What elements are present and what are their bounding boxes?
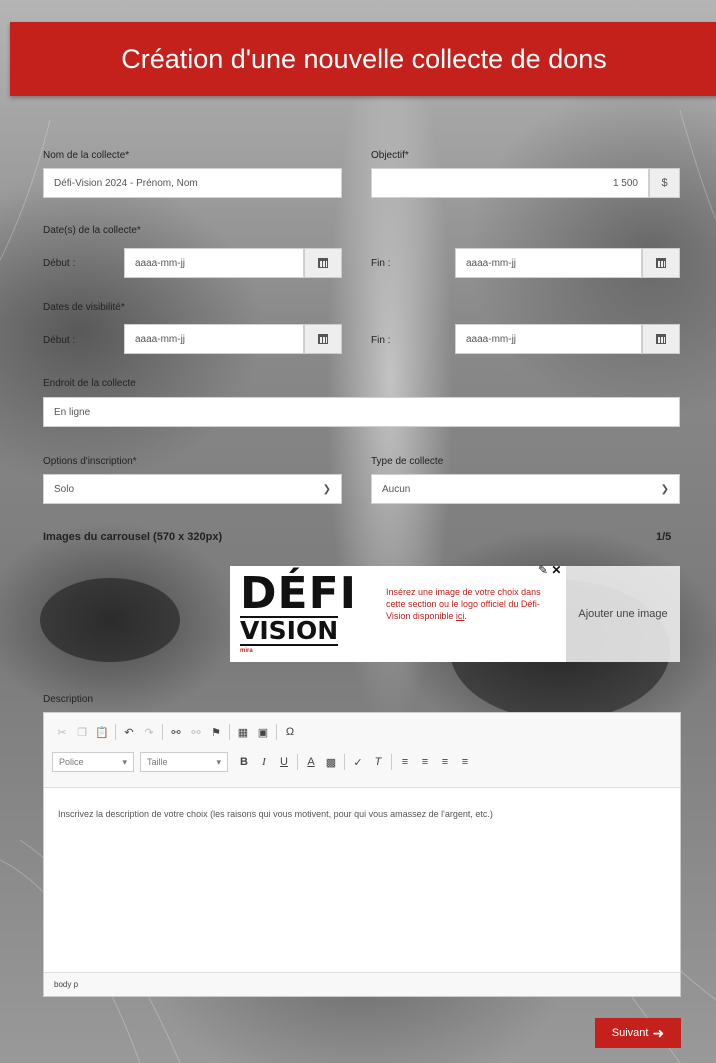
collection-end-calendar-button[interactable] (642, 248, 680, 278)
next-button-label: Suivant (611, 1027, 649, 1039)
visibility-end-label: Fin : (371, 335, 391, 346)
table-icon[interactable]: ▦ (233, 722, 253, 742)
anchor-flag-icon[interactable]: ⚑ (206, 722, 226, 742)
calendar-icon (656, 258, 666, 268)
card-tools: ✎ ✕ (538, 563, 561, 577)
collection-type-select[interactable]: Aucun ❯ (371, 474, 680, 504)
editor-element-path: body p (44, 972, 680, 996)
calendar-icon (318, 258, 328, 268)
bg-color-icon[interactable]: ▩ (321, 752, 341, 772)
close-icon[interactable]: ✕ (551, 563, 561, 577)
collection-end-input[interactable]: aaaa-mm-jj (455, 248, 642, 278)
collection-type-value: Aucun (382, 483, 411, 495)
visibility-start-label: Début : (43, 335, 76, 346)
unlink-icon[interactable]: ⚯ (186, 722, 206, 742)
paste-icon[interactable]: 📋 (92, 722, 112, 742)
logo-text-vision: VISION (240, 616, 339, 646)
currency-addon: $ (649, 168, 680, 198)
carousel-title: Images du carrousel (570 x 320px) (43, 531, 223, 543)
underline-icon[interactable]: U (274, 752, 294, 772)
visibility-end-calendar-button[interactable] (642, 324, 680, 354)
next-button[interactable]: Suivant ➜ (595, 1018, 681, 1048)
defi-vision-logo: DÉFI VISION mira (240, 572, 375, 658)
size-combo[interactable]: Taille ▾ (140, 752, 228, 772)
collection-name-label: Nom de la collecte* (43, 150, 130, 161)
location-label: Endroit de la collecte (43, 378, 136, 389)
clear-format-icon[interactable]: T (368, 752, 388, 772)
undo-icon[interactable]: ↶ (119, 722, 139, 742)
editor-content[interactable]: Inscrivez la description de votre choix … (58, 809, 493, 819)
editor-toolbar: ✂ ❐ 📋 ↶ ↷ ⚯ ⚯ ⚑ ▦ ▣ Ω Police ▾ Taille ▾ B … (44, 713, 680, 788)
description-label: Description (43, 694, 94, 705)
brush-icon[interactable]: ✓ (348, 752, 368, 772)
text-color-icon[interactable]: A (301, 752, 321, 772)
chevron-down-icon: ❯ (660, 484, 669, 495)
description-editor: ✂ ❐ 📋 ↶ ↷ ⚯ ⚯ ⚑ ▦ ▣ Ω Police ▾ Taille ▾ B … (43, 712, 681, 997)
bold-icon[interactable]: B (234, 752, 254, 772)
visibility-start-calendar-button[interactable] (304, 324, 342, 354)
calendar-icon (656, 334, 666, 344)
registration-options-select[interactable]: Solo ❯ (43, 474, 342, 504)
registration-options-value: Solo (54, 483, 75, 495)
align-right-icon[interactable]: ≡ (435, 752, 455, 772)
copy-icon[interactable]: ❐ (72, 722, 92, 742)
add-image-button[interactable]: Ajouter une image (566, 566, 680, 662)
align-left-icon[interactable]: ≡ (395, 752, 415, 772)
collection-name-input[interactable]: Défi-Vision 2024 - Prénom, Nom (43, 168, 342, 198)
card-instructions: Insérez une image de votre choix dans ce… (386, 587, 541, 621)
visibility-dates-label: Dates de visibilité* (43, 302, 125, 313)
calendar-icon (318, 334, 328, 344)
pencil-icon[interactable]: ✎ (538, 563, 548, 577)
visibility-start-input[interactable]: aaaa-mm-jj (124, 324, 304, 354)
chevron-down-icon: ❯ (322, 484, 331, 495)
collection-end-label: Fin : (371, 258, 391, 269)
align-center-icon[interactable]: ≡ (415, 752, 435, 772)
italic-icon[interactable]: I (254, 752, 274, 772)
cut-icon[interactable]: ✂ (52, 722, 72, 742)
collection-start-calendar-button[interactable] (304, 248, 342, 278)
arrow-right-icon: ➜ (652, 1024, 665, 1041)
location-input[interactable]: En ligne (43, 397, 680, 427)
align-justify-icon[interactable]: ≡ (455, 752, 475, 772)
logo-brand: mira (240, 648, 253, 654)
link-icon[interactable]: ⚯ (166, 722, 186, 742)
carousel-count: 1/5 (656, 531, 672, 543)
image-icon[interactable]: ▣ (253, 722, 273, 742)
page-title: Création d'une nouvelle collecte de dons (121, 43, 607, 74)
redo-icon[interactable]: ↷ (139, 722, 159, 742)
special-char-icon[interactable]: Ω (280, 722, 300, 742)
visibility-end-input[interactable]: aaaa-mm-jj (455, 324, 642, 354)
collection-start-label: Début : (43, 258, 76, 269)
carousel-image-card: DÉFI VISION mira Insérez une image de vo… (230, 566, 566, 662)
goal-label: Objectif* (371, 150, 409, 161)
collection-dates-label: Date(s) de la collecte* (43, 225, 141, 236)
collection-type-label: Type de collecte (371, 456, 444, 467)
registration-options-label: Options d'inscription* (43, 456, 137, 467)
goal-input[interactable]: 1 500 (371, 168, 649, 198)
card-link[interactable]: ici (456, 611, 465, 621)
collection-start-input[interactable]: aaaa-mm-jj (124, 248, 304, 278)
logo-text-defi: DÉFI (240, 568, 358, 619)
font-combo[interactable]: Police ▾ (52, 752, 134, 772)
page-header: Création d'une nouvelle collecte de dons (10, 22, 716, 96)
